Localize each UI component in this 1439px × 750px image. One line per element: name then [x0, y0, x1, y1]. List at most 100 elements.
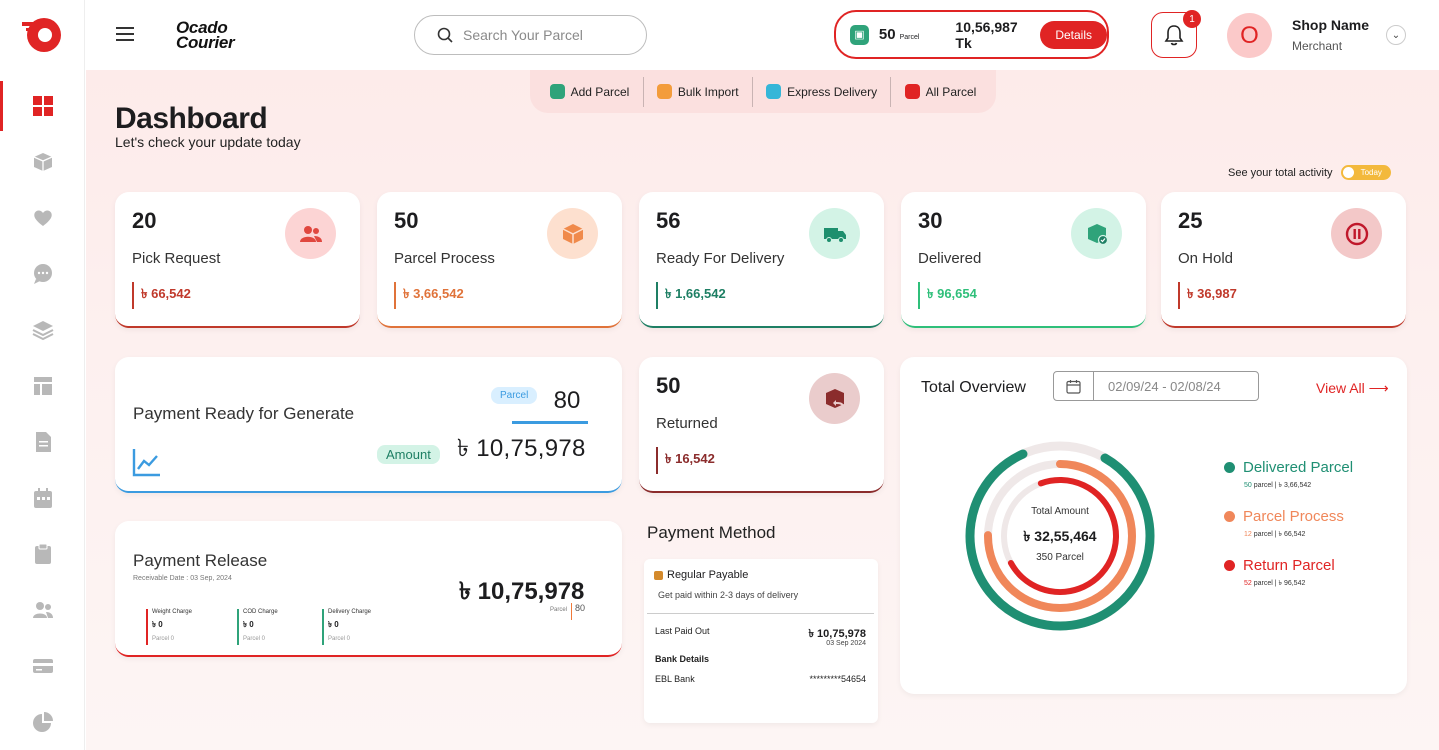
document-icon: [35, 432, 51, 452]
charge-label: Delivery Charge: [328, 609, 372, 615]
cod-charge: COD Charge ৳ 0 Parcel 0: [237, 609, 278, 645]
payment-release-title: Payment Release: [133, 551, 268, 570]
legend-dot: [1224, 511, 1235, 522]
quick-action-label: Bulk Import: [677, 84, 739, 99]
stat-card-returned[interactable]: 50 Returned ৳ 16,542: [639, 357, 884, 493]
brand-logo[interactable]: Ocado Courier: [176, 19, 235, 51]
sidebar-item-users[interactable]: [0, 585, 85, 635]
quick-action-bulk-import[interactable]: Bulk Import: [647, 77, 749, 107]
center-parcels: 350 Parcel: [1036, 552, 1084, 563]
activity-label: See your total activity: [1228, 166, 1333, 179]
quick-action-express-delivery[interactable]: Express Delivery: [756, 77, 887, 107]
receivable-date: Receivable Date : 03 Sep, 2024: [133, 575, 232, 582]
main-content: Add Parcel Bulk Import Express Delivery …: [86, 70, 1439, 750]
charge-value: ৳ 0: [152, 620, 163, 629]
overview-title: Total Overview: [921, 379, 1026, 396]
search-input[interactable]: Search Your Parcel: [463, 27, 583, 43]
view-all-link[interactable]: View All ⟶: [1316, 380, 1389, 397]
legend-amount: parcel | ৳ 96,542: [1253, 580, 1306, 587]
sidebar-item-dashboard[interactable]: [0, 81, 85, 131]
legend-parcels: 50: [1244, 482, 1252, 489]
sidebar: [0, 0, 85, 750]
sidebar-item-favorites[interactable]: [0, 193, 85, 243]
users-icon: [285, 208, 336, 259]
search-box[interactable]: Search Your Parcel: [414, 15, 647, 55]
charge-value: ৳ 0: [243, 620, 254, 629]
wallet-icon: [654, 570, 663, 580]
sidebar-item-reports[interactable]: [0, 697, 85, 747]
user-role: Merchant: [1292, 39, 1343, 53]
sidebar-item-layout[interactable]: [0, 361, 85, 411]
stat-card-pick-request[interactable]: 20 Pick Request ৳ 66,542: [115, 192, 360, 328]
legend-parcels: 12: [1244, 531, 1252, 538]
parcel-box-icon: ▣: [850, 24, 869, 45]
sidebar-item-calendar[interactable]: [0, 473, 85, 523]
charge-parcel: Parcel 0: [328, 636, 351, 642]
center-amount: ৳ 32,55,464: [1023, 528, 1097, 544]
top-bar: Ocado Courier Search Your Parcel ▣ 50 Pa…: [86, 0, 1439, 70]
legend-dot: [1224, 560, 1235, 571]
stat-card-delivered[interactable]: 30 Delivered ৳ 96,654: [901, 192, 1146, 328]
payment-generate-card[interactable]: Payment Ready for Generate Parcel 80 Amo…: [115, 357, 622, 493]
payment-generate-title: Payment Ready for Generate: [133, 404, 355, 423]
layout-icon: [33, 377, 52, 395]
all-parcel-icon: [904, 84, 920, 99]
charge-parcel: Parcel 0: [152, 636, 175, 642]
stat-label: Ready For Delivery: [656, 250, 785, 267]
logo-icon[interactable]: [20, 14, 64, 54]
chevron-down-icon[interactable]: ⌄: [1386, 25, 1406, 45]
menu-icon[interactable]: [116, 27, 134, 41]
sidebar-item-payments[interactable]: [0, 641, 85, 691]
charge-parcel: Parcel 0: [243, 636, 266, 642]
stat-card-parcel-process[interactable]: 50 Parcel Process ৳ 3,66,542: [377, 192, 622, 328]
stat-number: 20: [132, 208, 157, 233]
payable-type-label: Regular Payable: [667, 569, 749, 581]
payment-method-title: Payment Method: [647, 523, 776, 542]
stat-amount: ৳ 1,66,542: [656, 282, 726, 309]
pie-chart-icon: [32, 712, 53, 732]
date-range-picker[interactable]: 02/09/24 - 02/08/24: [1053, 371, 1259, 401]
payment-method-card[interactable]: Regular Payable Get paid within 2-3 days…: [644, 559, 878, 723]
notification-button[interactable]: 1: [1151, 10, 1201, 58]
box-icon: [547, 208, 598, 259]
sidebar-item-documents[interactable]: [0, 417, 85, 467]
bell-icon: [1164, 25, 1184, 46]
balance-unit: Parcel: [899, 33, 920, 41]
truck-icon: [809, 208, 860, 259]
card-icon: [32, 659, 53, 673]
payable-type: Regular Payable: [654, 569, 748, 581]
stat-number: 25: [1178, 208, 1203, 233]
stat-card-ready-for-delivery[interactable]: 56 Ready For Delivery ৳ 1,66,542: [639, 192, 884, 328]
quick-actions: Add Parcel Bulk Import Express Delivery …: [530, 70, 996, 113]
box-icon: [33, 153, 52, 171]
stat-amount: ৳ 3,66,542: [394, 282, 464, 309]
details-button[interactable]: Details: [1040, 20, 1107, 49]
sidebar-item-clipboard[interactable]: [0, 529, 85, 579]
legend-name: Parcel Process: [1243, 508, 1344, 525]
sidebar-item-messages[interactable]: [0, 249, 85, 299]
user-name: Shop Name: [1292, 17, 1370, 33]
page-subtitle: Let's check your update today: [115, 134, 301, 150]
trend-chart-icon: [132, 449, 160, 477]
activity-filter: See your total activity Today: [1228, 165, 1391, 180]
account-number: *********54654: [809, 674, 866, 684]
payment-release-card[interactable]: Payment Release Receivable Date : 03 Sep…: [115, 521, 622, 657]
amount-tag: Amount: [377, 445, 440, 464]
stat-amount: ৳ 96,654: [918, 282, 977, 309]
stat-card-on-hold[interactable]: 25 On Hold ৳ 36,987: [1161, 192, 1406, 328]
activity-toggle[interactable]: Today: [1340, 165, 1391, 180]
stat-label: Parcel Process: [394, 250, 495, 267]
quick-action-add-parcel[interactable]: Add Parcel: [540, 77, 640, 107]
date-range-value: 02/09/24 - 02/08/24: [1108, 378, 1221, 394]
stat-number: 30: [918, 208, 943, 233]
release-parcel-value: 80: [571, 603, 585, 620]
sidebar-item-layers[interactable]: [0, 305, 85, 355]
avatar[interactable]: O: [1227, 13, 1272, 58]
stat-number: 50: [656, 373, 681, 398]
page-title: Dashboard: [115, 102, 268, 135]
quick-action-all-parcel[interactable]: All Parcel: [895, 77, 987, 107]
charge-value: ৳ 0: [328, 620, 339, 629]
sidebar-item-parcels[interactable]: [0, 137, 85, 187]
legend-delivered: Delivered Parcel 50 parcel | ৳ 3,66,542: [1224, 459, 1353, 491]
last-paid-label: Last Paid Out: [655, 626, 710, 636]
